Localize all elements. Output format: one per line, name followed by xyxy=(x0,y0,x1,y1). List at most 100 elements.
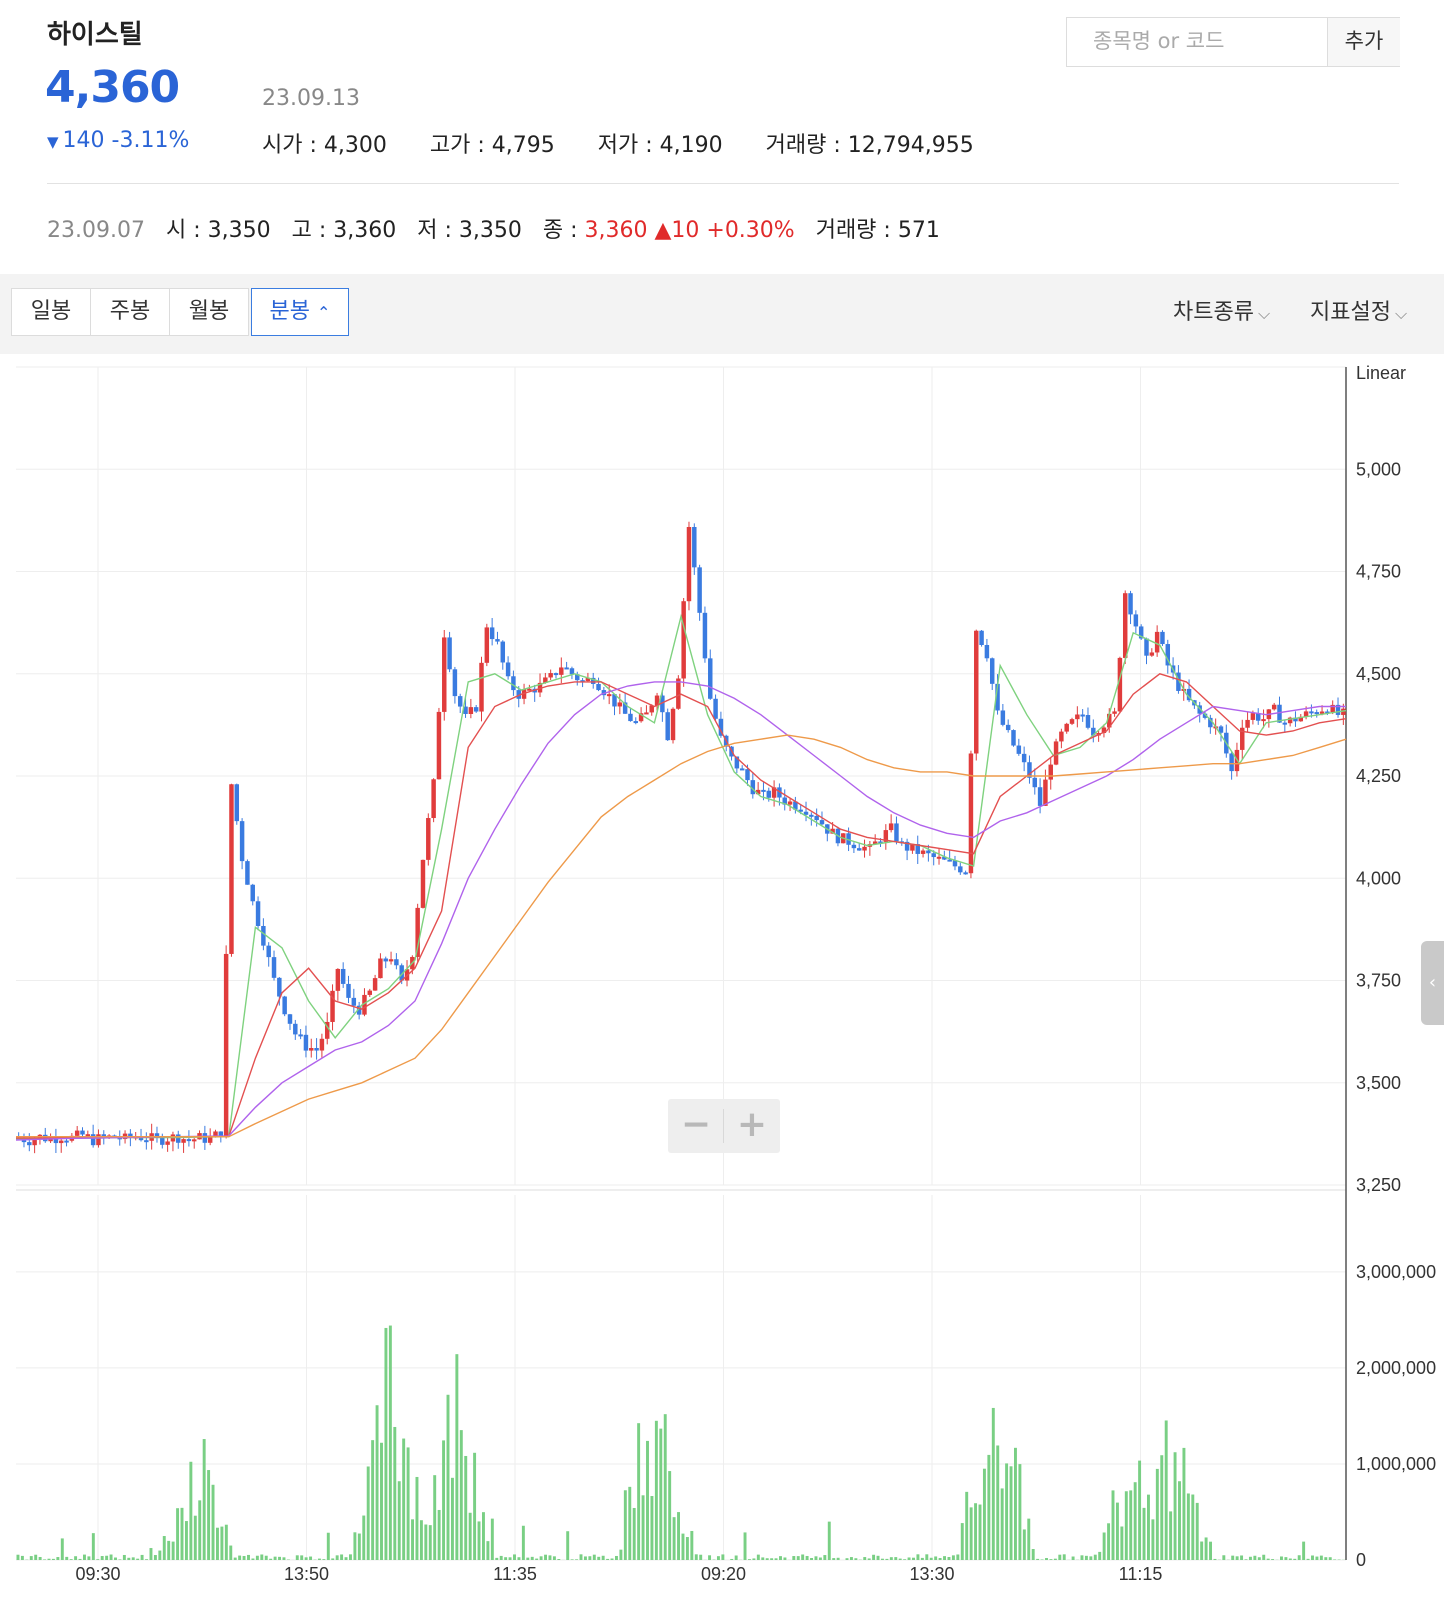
stock-header: 하이스틸 4,360 ▼140 -3.11% 23.09.13 시가 : 4,3… xyxy=(0,0,1444,270)
tab-weekly[interactable]: 주봉 xyxy=(90,288,170,336)
volume-bar xyxy=(194,1516,197,1560)
ma-line-ma60 xyxy=(16,682,1346,1140)
candle-body xyxy=(1017,746,1021,754)
candle-body xyxy=(697,567,701,612)
volume-bar xyxy=(717,1556,720,1560)
volume-bar xyxy=(398,1481,401,1560)
candle-body xyxy=(1022,754,1026,762)
volume-bar xyxy=(1054,1559,1057,1560)
volume-bar xyxy=(584,1556,587,1560)
open-price: 시가 : 4,300 xyxy=(262,133,387,158)
ohlc-summary: 시가 : 4,300 고가 : 4,795 저가 : 4,190 거래량 : 1… xyxy=(262,127,1010,159)
volume-bar xyxy=(1120,1527,1123,1560)
zoom-out-button[interactable]: − xyxy=(668,1099,724,1153)
candle-body xyxy=(761,790,765,792)
candle-body xyxy=(421,860,425,908)
volume-bar xyxy=(1072,1557,1075,1560)
volume-bar xyxy=(979,1505,982,1560)
volume-bar xyxy=(974,1503,977,1560)
candle-body xyxy=(1155,632,1159,653)
candle-body xyxy=(814,816,818,820)
time-tick-label: 13:30 xyxy=(909,1564,954,1584)
volume-bar xyxy=(216,1528,219,1560)
volume-bar xyxy=(673,1517,676,1560)
volume-bar xyxy=(943,1556,946,1560)
volume-bar xyxy=(633,1508,636,1560)
candle-body xyxy=(985,645,989,658)
volume-bar xyxy=(903,1559,906,1560)
volume-bar xyxy=(411,1519,414,1560)
volume-bar xyxy=(877,1556,880,1560)
volume-bar xyxy=(353,1532,356,1560)
candle-body xyxy=(1075,715,1079,720)
candle-body xyxy=(453,669,457,696)
stock-chart[interactable]: Linear3,2503,5003,7504,0004,2504,5004,75… xyxy=(0,354,1444,1594)
candle-body xyxy=(809,815,813,817)
candle-body xyxy=(59,1141,63,1144)
candle-body xyxy=(820,820,824,824)
volume-bar xyxy=(828,1522,831,1560)
volume-bar xyxy=(340,1554,343,1560)
volume-bar xyxy=(659,1429,662,1560)
scale-label: Linear xyxy=(1356,363,1406,383)
candle-body xyxy=(261,926,265,946)
candle-body xyxy=(64,1141,68,1143)
volume-bar xyxy=(1293,1559,1296,1560)
candle-body xyxy=(527,689,531,691)
volume-bars xyxy=(17,1326,1346,1560)
volume-bar xyxy=(256,1556,259,1560)
tab-minute[interactable]: 분봉 ⌃ xyxy=(251,288,349,336)
volume-bar xyxy=(1209,1542,1212,1560)
candle-body xyxy=(671,709,675,740)
candle-body xyxy=(1251,713,1255,720)
tab-monthly[interactable]: 월봉 xyxy=(169,288,249,336)
candle-body xyxy=(288,1014,292,1024)
volume-bar xyxy=(1262,1555,1265,1560)
candle-body xyxy=(1059,732,1063,742)
candle-close-label: 종 : xyxy=(543,218,578,243)
volume-bar xyxy=(442,1440,445,1560)
volume-bar xyxy=(269,1559,272,1560)
quote-date: 23.09.13 xyxy=(262,86,360,111)
candle-body xyxy=(394,959,398,965)
side-panel-toggle[interactable]: ‹ xyxy=(1421,941,1444,1025)
candle-body xyxy=(1043,780,1047,806)
candle-body xyxy=(564,667,568,669)
volume-bar xyxy=(757,1555,760,1560)
volume-bar xyxy=(136,1559,139,1560)
volume-bar xyxy=(1284,1557,1287,1560)
volume-bar xyxy=(416,1477,419,1560)
volume-bar xyxy=(1107,1523,1110,1560)
volume-bar xyxy=(1205,1537,1208,1560)
candle-body xyxy=(1080,715,1084,717)
add-button[interactable]: 추가 xyxy=(1327,18,1400,66)
volume-bar xyxy=(797,1556,800,1560)
high-price: 고가 : 4,795 xyxy=(430,133,555,158)
stock-name: 하이스틸 xyxy=(47,14,143,51)
volume-bar xyxy=(699,1555,702,1560)
candle-body xyxy=(447,637,451,669)
candle-body xyxy=(947,860,951,862)
volume-bar xyxy=(619,1550,622,1560)
volume-bar xyxy=(846,1558,849,1560)
volume-bar xyxy=(407,1447,410,1560)
volume-bar xyxy=(43,1559,46,1560)
volume-bar xyxy=(983,1469,986,1560)
volume-bar xyxy=(305,1557,308,1560)
indicator-dropdown[interactable]: 지표설정⌵ xyxy=(1310,294,1407,326)
volume-bar xyxy=(1138,1461,1141,1560)
volume-bar xyxy=(79,1559,82,1560)
candle-body xyxy=(1144,638,1148,655)
zoom-in-button[interactable]: + xyxy=(724,1099,780,1153)
chart-type-dropdown[interactable]: 차트종류⌵ xyxy=(1173,294,1270,326)
volume-bar xyxy=(300,1555,303,1560)
volume-bar xyxy=(615,1556,618,1560)
candle-body xyxy=(501,642,505,663)
volume-bar xyxy=(83,1555,86,1560)
candle-body xyxy=(86,1134,90,1136)
volume-bar xyxy=(996,1445,999,1560)
tab-daily[interactable]: 일봉 xyxy=(11,288,91,336)
volume-bar xyxy=(642,1495,645,1560)
volume-bar xyxy=(234,1558,237,1560)
search-input[interactable]: 종목명 or 코드 xyxy=(1067,18,1327,66)
